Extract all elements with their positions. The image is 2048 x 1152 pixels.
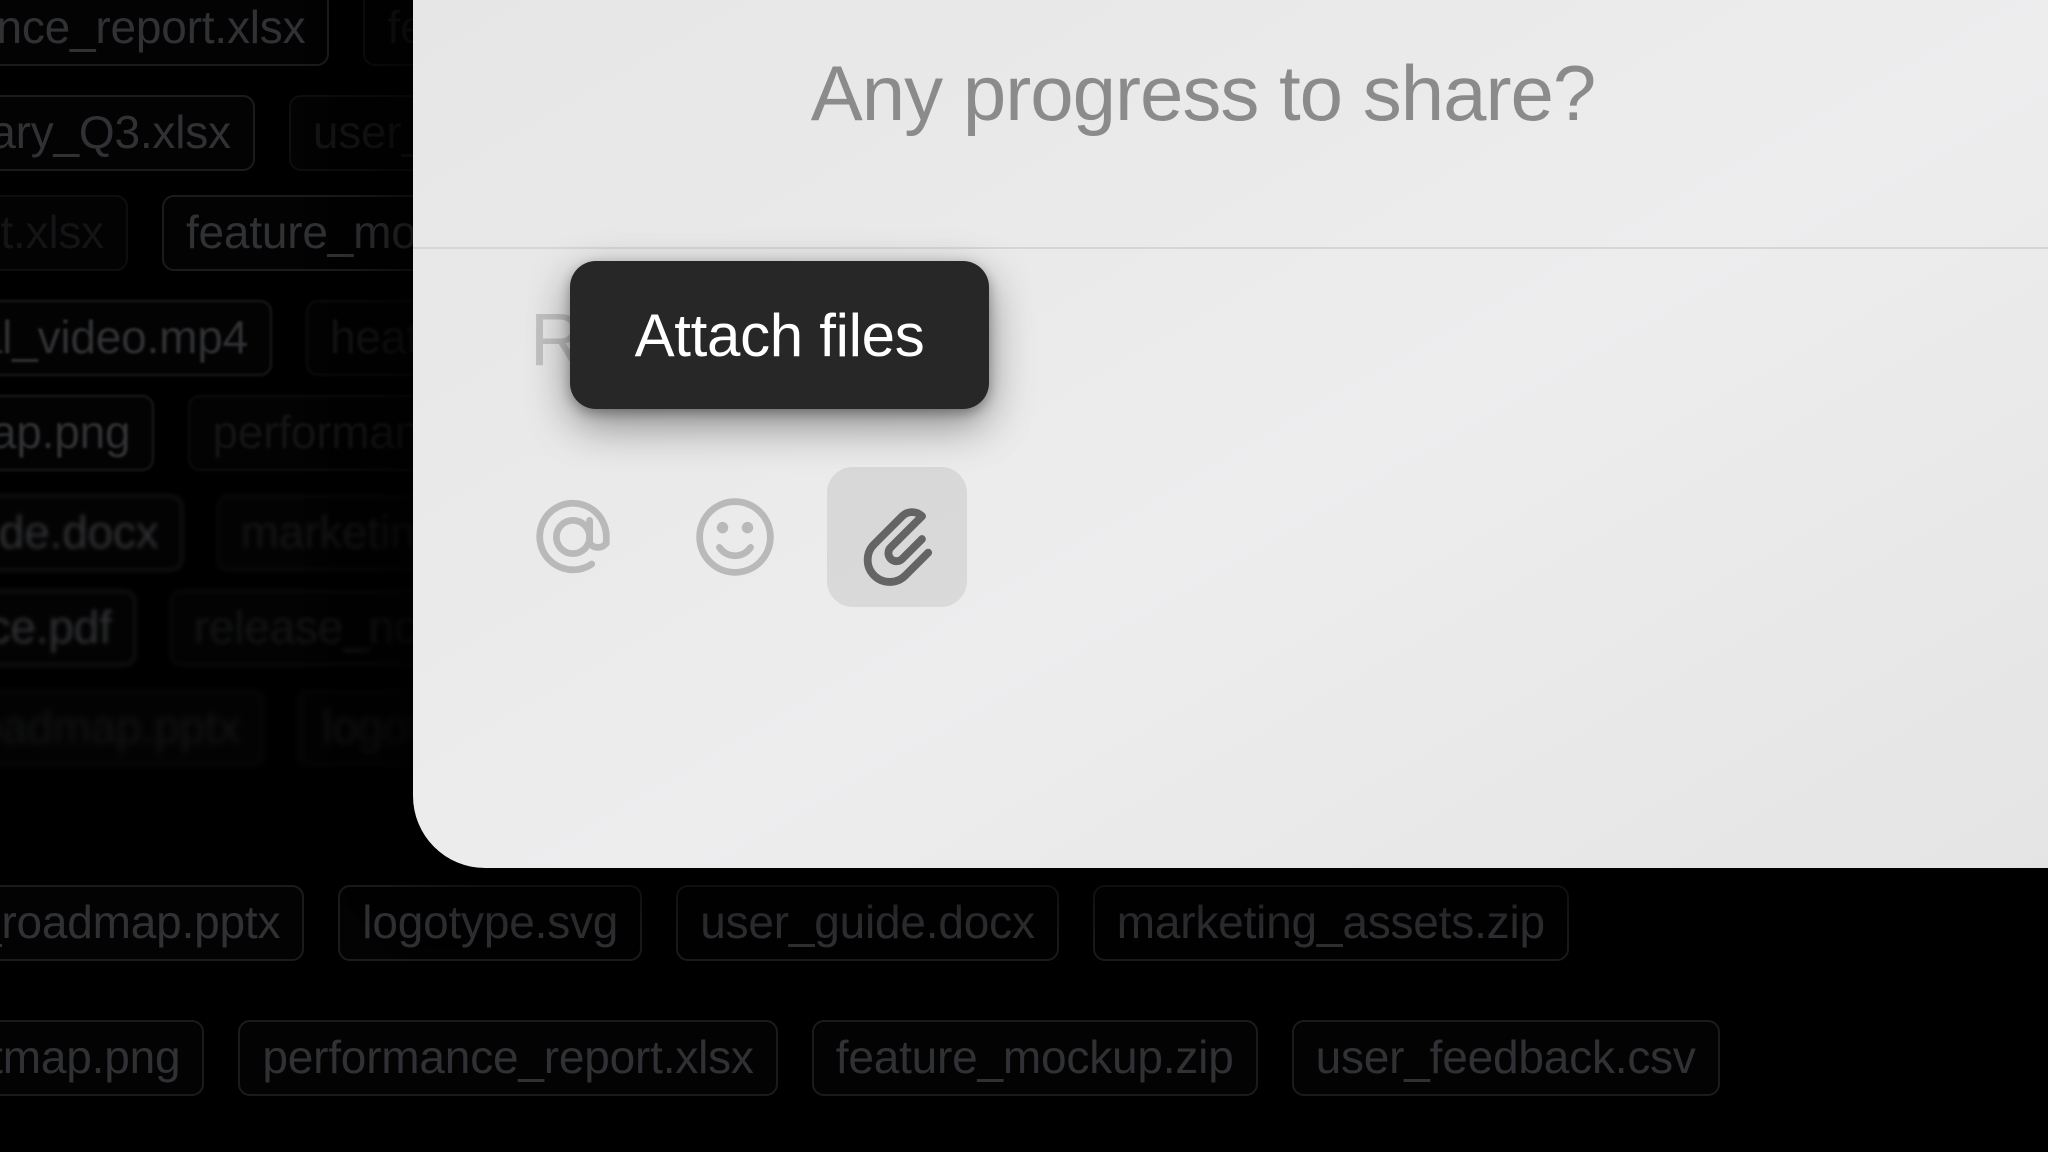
file-chip[interactable]: performance_report.xlsx	[0, 0, 330, 66]
file-chip[interactable]: heatmap.png	[0, 395, 155, 471]
chip-row: product_roadmap.pptx logotype.svg user_gui…	[0, 885, 1569, 961]
file-chip[interactable]: report.xlsx	[0, 195, 128, 271]
file-chip[interactable]: user_guide.docx	[676, 885, 1059, 961]
composer-header: Any progress to share?	[413, 0, 2048, 247]
tooltip-label: Attach files	[634, 301, 925, 369]
attach-files-button[interactable]	[827, 467, 967, 607]
emoji-button[interactable]	[665, 467, 805, 607]
file-chip[interactable]: promotional_video.mp4	[0, 300, 272, 376]
file-chip[interactable]: logotype.svg	[338, 885, 643, 961]
composer-panel: Any progress to share? Reply	[413, 0, 2048, 868]
file-chip[interactable]: product_roadmap.pptx	[0, 885, 305, 961]
file-chip[interactable]: product_roadmap.pptx	[0, 690, 265, 766]
tooltip: Attach files	[570, 261, 989, 409]
page-title: Any progress to share?	[810, 49, 1596, 137]
chip-row: heatmap.png performance_report.xlsx featur…	[0, 1020, 1720, 1096]
mention-icon	[521, 485, 625, 589]
emoji-icon	[683, 485, 787, 589]
file-chip[interactable]: user_feedback.csv	[1291, 1020, 1720, 1096]
file-chip[interactable]: invoice.pdf	[0, 590, 136, 666]
file-chip[interactable]: feature_mockup.zip	[811, 1020, 1258, 1096]
screen: performance_report.xlsx feature_mockup.zi…	[0, 0, 2048, 1152]
file-chip[interactable]: marketing_assets.zip	[1092, 885, 1569, 961]
file-chip[interactable]: heatmap.png	[0, 1020, 205, 1096]
file-chip[interactable]: performance_report.xlsx	[238, 1020, 778, 1096]
mention-button[interactable]	[503, 467, 643, 607]
paperclip-icon	[845, 485, 949, 589]
file-chip[interactable]: user_guide.docx	[0, 495, 183, 571]
composer-toolbar	[503, 467, 967, 607]
file-chip[interactable]: sales_summary_Q3.xlsx	[0, 95, 255, 171]
